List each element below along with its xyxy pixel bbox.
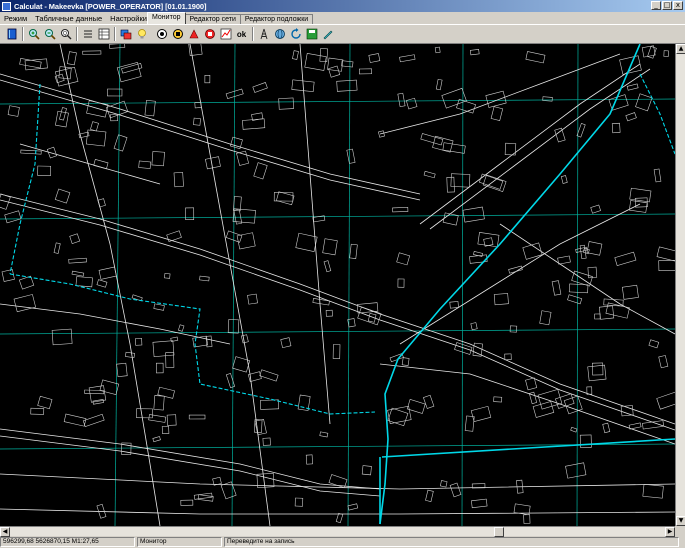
- alarm-icon[interactable]: [154, 27, 169, 42]
- status-bar: 596299,68 5626870,15 M1:27,65 Монитор Пе…: [0, 536, 685, 548]
- ok-label: ok: [236, 29, 247, 39]
- maximize-button[interactable]: □: [662, 1, 672, 10]
- tab-monitor[interactable]: Монитор: [147, 12, 186, 24]
- map-canvas[interactable]: [0, 44, 675, 526]
- list-icon[interactable]: [80, 27, 95, 42]
- layers-icon[interactable]: [118, 27, 133, 42]
- tab-network-editor[interactable]: Редактор сети: [184, 14, 241, 24]
- minimize-button[interactable]: _: [651, 1, 661, 10]
- toolbar-separator: [114, 27, 116, 41]
- menu-table-data[interactable]: Табличные данные: [31, 14, 106, 23]
- toolbar-separator: [76, 27, 78, 41]
- horizontal-scrollbar[interactable]: ◀ ▶: [0, 526, 675, 537]
- save-icon[interactable]: [304, 27, 319, 42]
- toolbar-separator: [252, 27, 254, 41]
- bulb-icon[interactable]: [134, 27, 149, 42]
- status-message: Переведите на запись: [224, 537, 679, 547]
- map-drawing[interactable]: [0, 44, 675, 526]
- status-coordinates: 596299,68 5626870,15 M1:27,65: [0, 537, 135, 547]
- zoom-fit-icon[interactable]: Q: [58, 27, 73, 42]
- scroll-corner: [675, 526, 685, 536]
- device-icon[interactable]: [170, 27, 185, 42]
- tower-icon[interactable]: [256, 27, 271, 42]
- scroll-down-arrow-icon[interactable]: ▼: [676, 516, 685, 526]
- pen-icon[interactable]: [320, 27, 335, 42]
- globe-icon[interactable]: [272, 27, 287, 42]
- status-mode: Монитор: [137, 537, 222, 547]
- toolbar-separator: [22, 27, 24, 41]
- menu-settings[interactable]: Настройки: [106, 14, 151, 23]
- window-controls: _ □ x: [651, 1, 683, 10]
- menu-mode[interactable]: Режим: [0, 14, 31, 23]
- title-bar: Calculat - Makeevka [POWER_OPERATOR] [01…: [0, 0, 685, 12]
- refresh-icon[interactable]: [288, 27, 303, 42]
- chart-icon[interactable]: [218, 27, 233, 42]
- zoom-in-icon[interactable]: [26, 27, 41, 42]
- run-icon[interactable]: [186, 27, 201, 42]
- toolbar-right: ok: [154, 25, 336, 43]
- toolbar: Q ok: [0, 24, 685, 44]
- stop-icon[interactable]: [202, 27, 217, 42]
- menu-bar: Режим Табличные данные Настройки Монитор…: [0, 12, 685, 24]
- mode-tabs: Монитор Редактор сети Редактор подложки: [147, 12, 314, 24]
- toolbar-left: Q: [4, 25, 150, 43]
- book-icon[interactable]: [4, 27, 19, 42]
- close-button[interactable]: x: [673, 1, 683, 10]
- ok-icon[interactable]: ok: [234, 27, 249, 42]
- app-icon: [2, 1, 11, 11]
- app-window: Calculat - Makeevka [POWER_OPERATOR] [01…: [0, 0, 685, 548]
- grid-icon[interactable]: [96, 27, 111, 42]
- zoom-out-icon[interactable]: [42, 27, 57, 42]
- vertical-scrollbar[interactable]: ▲ ▼: [675, 44, 685, 526]
- svg-text:Q: Q: [63, 31, 67, 37]
- scroll-up-arrow-icon[interactable]: ▲: [676, 44, 685, 54]
- tab-background-editor[interactable]: Редактор подложки: [239, 14, 314, 24]
- window-title: Calculat - Makeevka [POWER_OPERATOR] [01…: [14, 1, 207, 11]
